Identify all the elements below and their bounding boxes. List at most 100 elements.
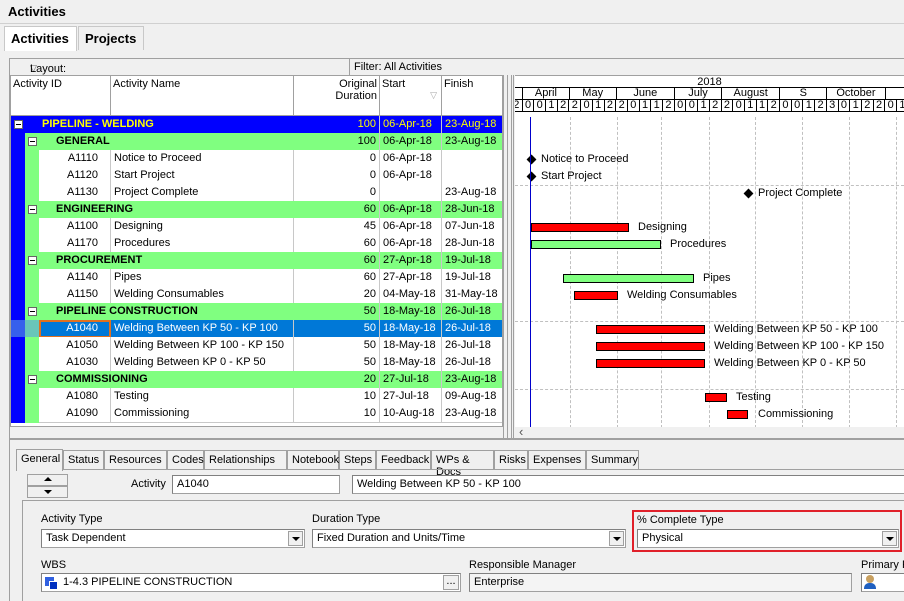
duration-cell[interactable]: 100 [294,116,380,134]
finish-cell[interactable]: 19-Jul-18 [442,252,502,270]
start-cell[interactable]: 18-May-18 [380,354,442,372]
start-cell[interactable]: 10-Aug-18 [380,405,442,423]
duration-cell[interactable]: 0 [294,150,380,168]
activity-name-field[interactable]: Welding Between KP 50 - KP 100 [352,475,904,494]
activity-name-cell[interactable]: Project Complete [111,184,294,202]
activity-name-cell[interactable]: Start Project [111,167,294,185]
activity-name-cell[interactable]: Notice to Proceed [111,150,294,168]
collapse-icon[interactable] [28,375,37,384]
finish-cell[interactable]: 23-Aug-18 [442,371,502,389]
duration-cell[interactable]: 60 [294,201,380,219]
wbs-row[interactable]: GENERAL 100 06-Apr-18 23-Aug-18 [11,133,502,151]
tab-wps-docs[interactable]: WPs & Docs [431,450,494,478]
finish-cell[interactable]: 07-Jun-18 [442,218,502,236]
start-cell[interactable]: 06-Apr-18 [380,235,442,253]
tab-feedback[interactable]: Feedback [376,450,431,470]
duration-cell[interactable]: 100 [294,133,380,151]
activity-name-cell[interactable]: Pipes [111,269,294,287]
table-row[interactable]: A1080 Testing 10 27-Jul-18 09-Aug-18 [11,388,502,406]
table-row[interactable]: A1030 Welding Between KP 0 - KP 50 50 18-Ma… [11,354,502,372]
duration-cell[interactable]: 45 [294,218,380,236]
start-cell[interactable]: 18-May-18 [380,320,442,338]
finish-cell[interactable]: 26-Jul-18 [442,303,502,321]
column-header-start[interactable]: Start ▽ [380,76,442,116]
finish-cell[interactable] [442,167,502,185]
activity-bar[interactable] [531,240,661,249]
finish-cell[interactable]: 26-Jul-18 [442,354,502,372]
finish-cell[interactable]: 26-Jul-18 [442,337,502,355]
milestone-marker[interactable] [526,154,537,165]
start-cell[interactable]: 06-Apr-18 [380,150,442,168]
finish-cell[interactable]: 28-Jun-18 [442,235,502,253]
tab-status[interactable]: Status [63,450,104,470]
finish-cell[interactable]: 23-Aug-18 [442,116,502,134]
wbs-browse-button[interactable]: ... [443,575,459,590]
start-cell[interactable]: 18-May-18 [380,303,442,321]
start-cell[interactable]: 27-Apr-18 [380,252,442,270]
wbs-row[interactable]: PIPELINE CONSTRUCTION 50 18-May-18 26-Jul-1… [11,303,502,321]
start-cell[interactable]: 04-May-18 [380,286,442,304]
next-activity-button[interactable] [27,486,68,498]
wbs-field[interactable]: 1-4.3 PIPELINE CONSTRUCTION ... [41,573,461,592]
duration-cell[interactable]: 0 [294,167,380,185]
project-row[interactable]: PIPELINE - WELDING 100 06-Apr-18 23-Aug-18 [11,116,502,134]
duration-cell[interactable]: 50 [294,303,380,321]
duration-cell[interactable]: 50 [294,354,380,372]
start-cell[interactable] [380,184,442,202]
activity-name-cell[interactable]: Welding Between KP 50 - KP 100 [111,320,294,338]
start-cell[interactable]: 27-Jul-18 [380,371,442,389]
pane-splitter[interactable] [503,75,514,438]
chevron-down-icon[interactable] [609,531,624,546]
finish-cell[interactable] [442,150,502,168]
critical-activity-bar[interactable] [574,291,618,300]
tab-risks[interactable]: Risks [494,450,528,470]
start-cell[interactable]: 06-Apr-18 [380,218,442,236]
finish-cell[interactable]: 23-Aug-18 [442,184,502,202]
previous-activity-button[interactable] [27,474,68,486]
critical-activity-bar[interactable] [727,410,748,419]
tab-expenses[interactable]: Expenses [528,450,586,470]
table-row[interactable]: A1050 Welding Between KP 100 - KP 150 50 18… [11,337,502,355]
tab-general[interactable]: General [16,449,63,471]
duration-cell[interactable]: 60 [294,252,380,270]
activity-name-cell[interactable]: Procedures [111,235,294,253]
tab-notebook[interactable]: Notebook [287,450,339,470]
activity-id-cell[interactable]: A1090 [39,405,111,423]
activity-id-cell[interactable]: A1030 [39,354,111,372]
critical-activity-bar[interactable] [531,223,629,232]
scroll-left-icon[interactable]: ‹ [519,424,523,439]
table-row[interactable]: A1040 Welding Between KP 50 - KP 100 50 18-… [11,320,502,338]
start-cell[interactable]: 06-Apr-18 [380,201,442,219]
activity-bar[interactable] [563,274,694,283]
duration-cell[interactable]: 50 [294,337,380,355]
collapse-icon[interactable] [28,256,37,265]
filter-selector[interactable]: Filter: All Activities [350,59,503,75]
table-row[interactable]: A1110 Notice to Proceed 0 06-Apr-18 [11,150,502,168]
wbs-row[interactable]: ENGINEERING 60 06-Apr-18 28-Jun-18 [11,201,502,219]
column-header-activity-id[interactable]: Activity ID [11,76,111,116]
activity-id-cell[interactable]: A1140 [39,269,111,287]
responsible-manager-field[interactable]: Enterprise [469,573,852,592]
duration-cell[interactable]: 10 [294,405,380,423]
finish-cell[interactable]: 19-Jul-18 [442,269,502,287]
activity-id-cell[interactable]: A1080 [39,388,111,406]
activity-id-cell[interactable]: A1120 [39,167,111,185]
tab-summary[interactable]: Summary [586,450,639,470]
tab-relationships[interactable]: Relationships [204,450,287,470]
activity-name-cell[interactable]: Welding Consumables [111,286,294,304]
finish-cell[interactable]: 09-Aug-18 [442,388,502,406]
critical-activity-bar[interactable] [705,393,727,402]
milestone-marker[interactable] [526,171,537,182]
start-cell[interactable]: 06-Apr-18 [380,167,442,185]
column-header-activity-name[interactable]: Activity Name [111,76,294,116]
gantt-horizontal-scrollbar[interactable]: ‹ [515,424,904,439]
activity-id-field[interactable]: A1040 [172,475,340,494]
start-cell[interactable]: 06-Apr-18 [380,133,442,151]
table-row[interactable]: A1150 Welding Consumables 20 04-May-18 31-Ma… [11,286,502,304]
start-cell[interactable]: 18-May-18 [380,337,442,355]
duration-cell[interactable]: 60 [294,235,380,253]
finish-cell[interactable]: 31-May-18 [442,286,502,304]
activity-type-select[interactable]: Task Dependent [41,529,305,548]
tab-steps[interactable]: Steps [339,450,376,470]
table-row[interactable]: A1170 Procedures 60 06-Apr-18 28-Jun-18 [11,235,502,253]
